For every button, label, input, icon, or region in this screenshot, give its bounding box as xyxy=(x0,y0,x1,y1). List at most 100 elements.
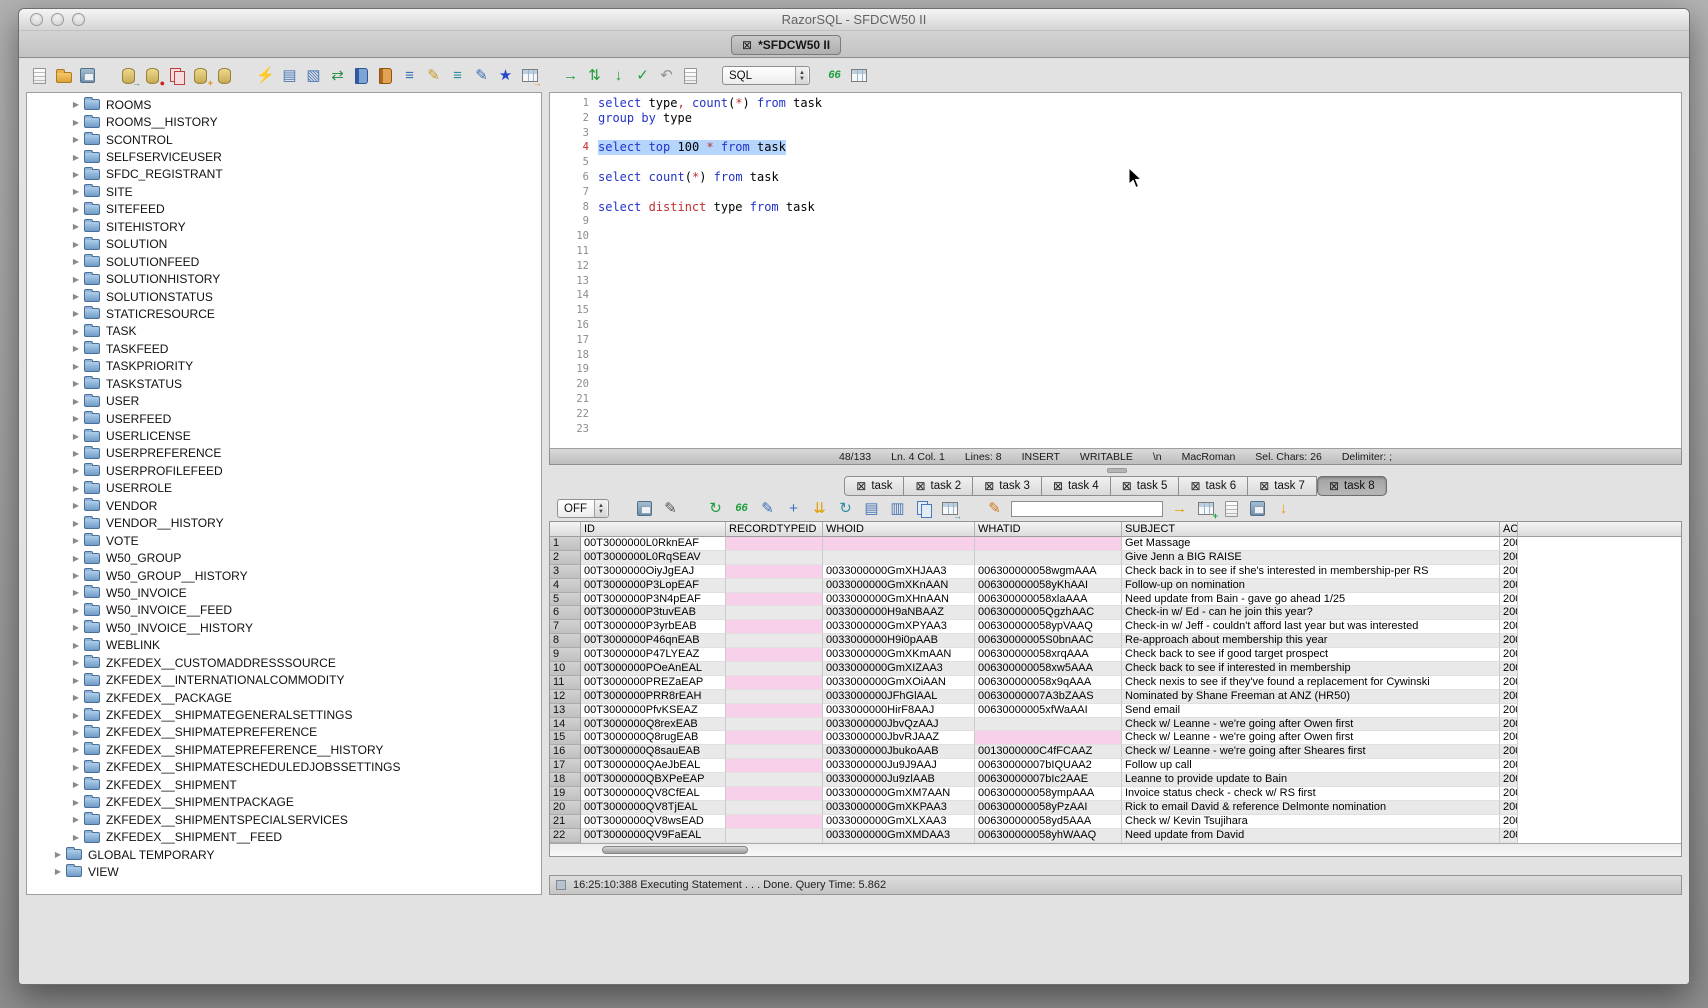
table-cell[interactable]: 200 xyxy=(1500,579,1518,593)
table-cell[interactable]: Get Massage xyxy=(1122,537,1500,551)
table-cell[interactable]: 006300000058xlaAAA xyxy=(975,593,1122,607)
editor-line[interactable]: 16 xyxy=(550,318,1681,333)
table-cell[interactable]: 200 xyxy=(1500,690,1518,704)
disclosure-triangle-icon[interactable]: ▶ xyxy=(70,153,82,162)
minimize-window-button[interactable] xyxy=(51,13,64,26)
table-cell[interactable]: 006300000058ympAAA xyxy=(975,787,1122,801)
table-cell[interactable]: Check w/ Kevin Tsujihara xyxy=(1122,815,1500,829)
tree-item[interactable]: ▶USERPROFILEFEED xyxy=(27,462,541,479)
column-header[interactable]: RECORDTYPEID xyxy=(726,522,823,537)
database-object-tree[interactable]: ▶ROOMS▶ROOMS__HISTORY▶SCONTROL▶SELFSERVI… xyxy=(26,92,542,895)
tree-item[interactable]: ▶STATICRESOURCE xyxy=(27,305,541,322)
table-cell[interactable]: 00630000007bIQUAA2 xyxy=(975,759,1122,773)
table-cell[interactable]: 00630000005QgzhAAC xyxy=(975,606,1122,620)
table-cell[interactable] xyxy=(726,593,823,607)
row-number-cell[interactable]: 3 xyxy=(550,565,581,579)
edit-cell-icon[interactable]: ✎ xyxy=(758,499,777,518)
editor-line[interactable]: 5 xyxy=(550,155,1681,170)
table-row[interactable]: 1700T3000000QAeJbEAL0033000000Ju9J9AAJ00… xyxy=(550,759,1681,773)
table-cell[interactable]: 00630000005xfWaAAI xyxy=(975,704,1122,718)
export-table-icon[interactable]: → xyxy=(520,66,539,85)
tree-item[interactable]: ▶ZKFEDEX__SHIPMATEGENERALSETTINGS xyxy=(27,706,541,723)
column-header[interactable]: SUBJECT xyxy=(1122,522,1500,537)
table-cell[interactable]: Check w/ Leanne - we're going after Owen… xyxy=(1122,731,1500,745)
new-note-icon[interactable] xyxy=(1222,499,1241,518)
table-row[interactable]: 600T3000000P3tuvEAB0033000000H9aNBAAZ006… xyxy=(550,606,1681,620)
table-cell[interactable]: 006300000058yKhAAI xyxy=(975,579,1122,593)
table-cell[interactable]: 00T3000000P46qnEAB xyxy=(581,634,726,648)
table-cell[interactable]: 0033000000GmXLXAA3 xyxy=(823,815,975,829)
column-header[interactable]: WHOID xyxy=(823,522,975,537)
tab-close-icon[interactable]: ⊠ xyxy=(1190,480,1200,492)
database-icon[interactable] xyxy=(215,66,234,85)
table-cell[interactable]: 00T3000000P3tuvEAB xyxy=(581,606,726,620)
table-cell[interactable] xyxy=(726,829,823,843)
table-cell[interactable]: Check back in to see if she's interested… xyxy=(1122,565,1500,579)
row-number-cell[interactable]: 14 xyxy=(550,718,581,732)
table-cell[interactable] xyxy=(726,815,823,829)
disclosure-triangle-icon[interactable]: ▶ xyxy=(70,170,82,179)
table-cell[interactable]: 00T3000000L0RqSEAV xyxy=(581,551,726,565)
row-number-cell[interactable]: 4 xyxy=(550,579,581,593)
table-cell[interactable]: 0033000000GmXM7AAN xyxy=(823,787,975,801)
table-cell[interactable]: 00T3000000QBXPeEAP xyxy=(581,773,726,787)
table-row[interactable]: 1500T3000000Q8rugEAB0033000000JbvRJAAZCh… xyxy=(550,731,1681,745)
editor-line[interactable]: 7 xyxy=(550,185,1681,200)
disclosure-triangle-icon[interactable]: ▶ xyxy=(70,362,82,371)
copy-rows-icon[interactable] xyxy=(914,499,933,518)
disclosure-triangle-icon[interactable]: ▶ xyxy=(70,501,82,510)
row-number-cell[interactable]: 1 xyxy=(550,537,581,551)
disclosure-triangle-icon[interactable]: ▶ xyxy=(70,397,82,406)
table-cell[interactable]: 0033000000GmXOiAAN xyxy=(823,676,975,690)
table-cell[interactable] xyxy=(726,648,823,662)
tree-item[interactable]: ▶ZKFEDEX__SHIPMATEPREFERENCE xyxy=(27,724,541,741)
tree-item[interactable]: ▶TASKFEED xyxy=(27,340,541,357)
table-cell[interactable]: 00T3000000Q8rexEAB xyxy=(581,718,726,732)
table-cell[interactable]: Need update from Bain - gave go ahead 1/… xyxy=(1122,593,1500,607)
disclosure-triangle-icon[interactable]: ▶ xyxy=(52,850,64,859)
tree-item[interactable]: ▶VIEW xyxy=(27,863,541,880)
table-cell[interactable]: 200 xyxy=(1500,551,1518,565)
table-cell[interactable]: Check-in w/ Jeff - couldn't afford last … xyxy=(1122,620,1500,634)
disclosure-triangle-icon[interactable]: ▶ xyxy=(70,327,82,336)
fetch-more-icon[interactable]: ↓ xyxy=(1274,499,1293,518)
table-row[interactable]: 1400T3000000Q8rexEAB0033000000JbvQzAAJCh… xyxy=(550,718,1681,732)
table-cell[interactable]: 00T3000000Q8sauEAB xyxy=(581,745,726,759)
table-cell[interactable]: 00T3000000PfvKSEAZ xyxy=(581,704,726,718)
table-cell[interactable] xyxy=(726,537,823,551)
tree-item[interactable]: ▶SITE xyxy=(27,183,541,200)
rollback-icon[interactable]: ↶ xyxy=(657,66,676,85)
edit-data-icon[interactable]: ✎ xyxy=(424,66,443,85)
editor-line[interactable]: 12 xyxy=(550,259,1681,274)
disclosure-triangle-icon[interactable]: ▶ xyxy=(70,187,82,196)
save-grid-icon[interactable] xyxy=(1248,499,1267,518)
table-cell[interactable]: Send email xyxy=(1122,704,1500,718)
table-cell[interactable]: 00T3000000OiyJgEAJ xyxy=(581,565,726,579)
row-number-cell[interactable]: 22 xyxy=(550,829,581,843)
table-cell[interactable]: 0033000000GmXKmAAN xyxy=(823,648,975,662)
tree-item[interactable]: ▶SOLUTIONSTATUS xyxy=(27,288,541,305)
results-tab[interactable]: ⊠task 4 xyxy=(1042,476,1111,496)
find-next-icon[interactable]: → xyxy=(1170,499,1189,518)
snippets-icon[interactable]: 66 xyxy=(825,66,844,85)
table-cell[interactable] xyxy=(726,579,823,593)
table-cell[interactable] xyxy=(726,759,823,773)
tree-item[interactable]: ▶ZKFEDEX__SHIPMENTPACKAGE xyxy=(27,794,541,811)
editor-line[interactable]: 4select top 100 * from task xyxy=(550,140,1681,155)
row-number-cell[interactable]: 13 xyxy=(550,704,581,718)
editor-line[interactable]: 2group by type xyxy=(550,111,1681,126)
results-tab[interactable]: ⊠task 6 xyxy=(1179,476,1248,496)
reload-table-icon[interactable]: ↻ xyxy=(836,499,855,518)
tree-item[interactable]: ▶SCONTROL xyxy=(27,131,541,148)
tree-item[interactable]: ▶WEBLINK xyxy=(27,637,541,654)
commit-icon[interactable]: ✓ xyxy=(633,66,652,85)
import-data-icon[interactable]: → xyxy=(119,66,138,85)
disclosure-triangle-icon[interactable]: ▶ xyxy=(70,658,82,667)
table-cell[interactable]: 200 xyxy=(1500,662,1518,676)
stepper-arrows-icon[interactable]: ▲▼ xyxy=(795,67,808,84)
tree-item[interactable]: ▶ROOMS__HISTORY xyxy=(27,113,541,130)
disclosure-triangle-icon[interactable]: ▶ xyxy=(70,100,82,109)
tree-item[interactable]: ▶ZKFEDEX__SHIPMATEPREFERENCE__HISTORY xyxy=(27,741,541,758)
create-object-icon[interactable]: + xyxy=(191,66,210,85)
table-cell[interactable] xyxy=(726,662,823,676)
